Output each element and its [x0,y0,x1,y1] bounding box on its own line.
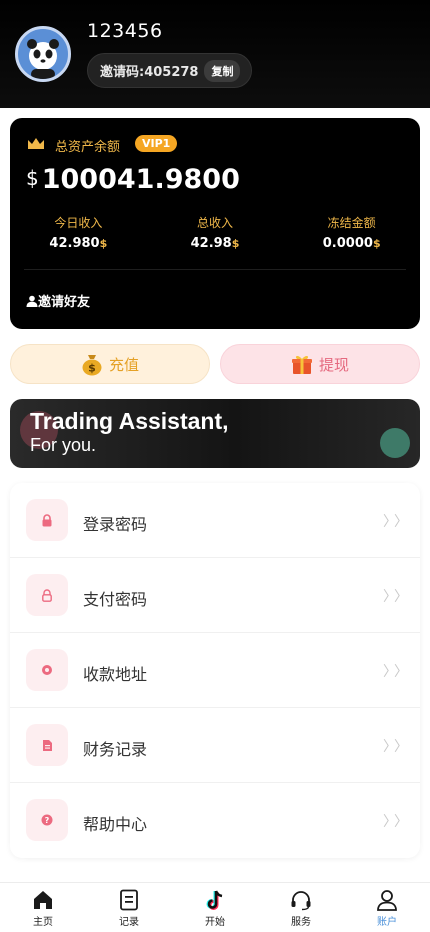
money-bag-icon: $ [82,355,102,376]
profile-header: 123456 邀请码:405278 复制 [0,0,430,108]
invite-code-pill: 邀请码:405278 复制 [87,53,252,88]
banner-title: Trading Assistant, [30,408,229,434]
vip-badge: VIP1 [135,135,178,152]
nav-home[interactable]: 主页 [0,883,86,932]
stat-frozen: 冻结金额 0.0000$ [283,214,420,251]
decorative-circle [380,428,410,458]
panda-avatar-icon [27,39,59,79]
income-stats: 今日收入 42.980$ 总收入 42.98$ 冻结金额 0.0000$ [10,214,420,251]
bottom-nav: 主页 记录 开始 服务 账户 [0,882,430,932]
nav-service[interactable]: 服务 [258,883,344,932]
chevron-right-icon: 〉〉 [383,739,408,755]
avatar[interactable] [15,26,71,82]
divider [24,269,406,270]
recharge-button[interactable]: $ 充值 [10,344,210,384]
chevron-right-icon: 〉〉 [383,814,408,830]
username: 123456 [87,20,163,42]
crown-icon [28,138,44,149]
currency-symbol: $ [26,166,39,190]
stat-total-income: 总收入 42.98$ [147,214,284,251]
stat-label: 冻结金额 [327,216,376,230]
stat-today-income: 今日收入 42.980$ [10,214,147,251]
gift-icon [291,355,312,374]
menu-item-label: 收款地址 [83,665,148,684]
stat-label: 今日收入 [54,216,103,230]
stat-value: 42.980$ [49,236,108,251]
svg-text:$: $ [88,362,96,375]
settings-menu: 登录密码 〉〉 支付密码 〉〉 收款地址 〉〉 财务记录 〉〉 ? 帮助中心 〉… [10,483,420,858]
person-icon [26,295,38,307]
menu-item-label: 帮助中心 [83,815,148,834]
asset-label: 总资产余额 [55,140,121,155]
home-icon [34,891,52,909]
menu-item-finance-records[interactable]: 财务记录 〉〉 [10,708,420,783]
banner-subtitle: For you. [30,435,97,455]
help-icon: ? [26,799,68,841]
balance-card: 总资产余额 VIP1 $100041.9800 今日收入 42.980$ 总收入… [10,118,420,329]
chevron-right-icon: 〉〉 [383,514,408,530]
nav-records[interactable]: 记录 [86,883,172,932]
lock-outline-icon [26,574,68,616]
menu-item-help-center[interactable]: ? 帮助中心 〉〉 [10,783,420,858]
invite-code: 邀请码:405278 [100,65,199,80]
chevron-right-icon: 〉〉 [383,589,408,605]
withdraw-button[interactable]: 提现 [220,344,420,384]
balance-amount: 100041.9800 [41,164,240,195]
user-icon [377,890,397,911]
nav-account[interactable]: 账户 [344,883,430,932]
document-icon [26,724,68,766]
stat-value: 0.0000$ [322,236,381,251]
menu-item-label: 支付密码 [83,590,148,609]
headset-icon [291,891,311,911]
stat-label: 总收入 [197,216,234,230]
lock-icon [26,499,68,541]
menu-item-pay-password[interactable]: 支付密码 〉〉 [10,558,420,633]
copy-button[interactable]: 复制 [204,59,241,82]
records-icon [120,889,138,911]
invite-friends-link[interactable]: 邀请好友 [26,291,90,310]
menu-item-label: 登录密码 [83,515,148,534]
menu-item-label: 财务记录 [83,740,148,759]
tiktok-icon [206,890,223,910]
menu-item-receive-address[interactable]: 收款地址 〉〉 [10,633,420,708]
address-icon [26,649,68,691]
trading-assistant-banner[interactable]: Trading Assistant, For you. [10,399,420,468]
nav-start[interactable]: 开始 [172,883,258,932]
chevron-right-icon: 〉〉 [383,664,408,680]
svg-text:?: ? [45,816,50,825]
stat-value: 42.98$ [190,236,240,251]
menu-item-login-password[interactable]: 登录密码 〉〉 [10,483,420,558]
balance-amount-row: $100041.9800 [26,164,240,195]
